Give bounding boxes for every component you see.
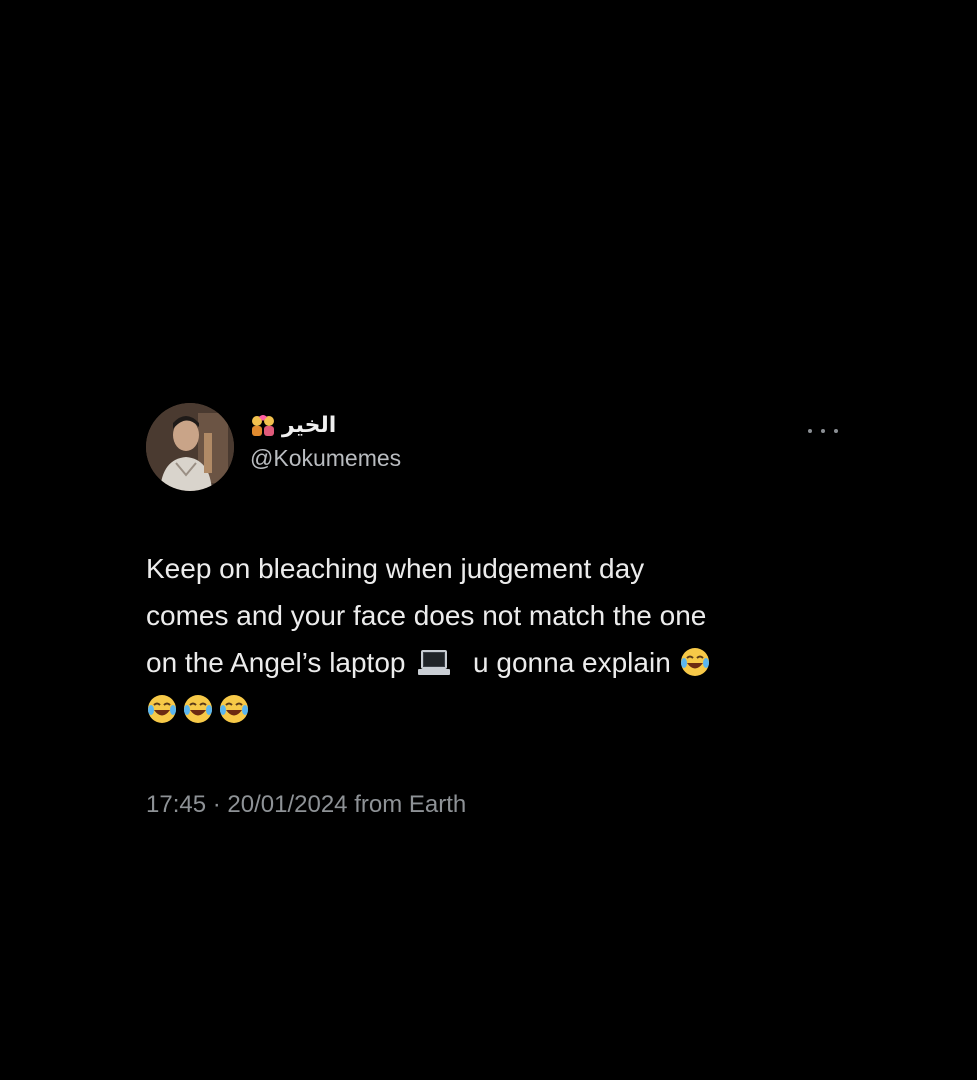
tears-of-joy-icon	[679, 645, 711, 677]
couple-with-heart-icon	[250, 413, 276, 437]
tweet-text: Keep on bleaching when judgement day com…	[146, 545, 846, 733]
tears-of-joy-icon	[218, 692, 250, 724]
tweet-text-segment: on the Angel’s laptop	[146, 647, 406, 678]
laptop-icon	[417, 645, 451, 675]
tears-of-joy-icon	[146, 692, 178, 724]
tweet-source: from Earth	[354, 791, 467, 818]
tweet-time[interactable]: 17:45	[146, 791, 206, 818]
author-info[interactable]: الخير @Kokumemes	[250, 409, 401, 472]
display-name-text: الخير	[282, 412, 337, 438]
tweet-metadata: 17:45 · 20/01/2024 from Earth	[146, 791, 846, 819]
tweet-text-segment: u gonna explain	[473, 647, 671, 678]
display-name[interactable]: الخير	[250, 409, 401, 441]
tweet-text-line: on the Angel’s laptop u gonna explain	[146, 639, 846, 686]
tweet-text-line: comes and your face does not match the o…	[146, 600, 707, 631]
tears-of-joy-icon	[182, 692, 214, 724]
avatar[interactable]	[146, 403, 234, 491]
tweet-date[interactable]: 20/01/2024	[227, 791, 347, 818]
more-options-icon[interactable]	[808, 419, 838, 443]
handle[interactable]: @Kokumemes	[250, 445, 401, 472]
tweet-card: الخير @Kokumemes Keep on bleaching when …	[146, 403, 846, 819]
meta-separator: ·	[212, 791, 221, 818]
tweet-header: الخير @Kokumemes	[146, 403, 846, 495]
tweet-text-line	[146, 686, 846, 733]
tweet-text-line: Keep on bleaching when judgement day	[146, 553, 645, 584]
